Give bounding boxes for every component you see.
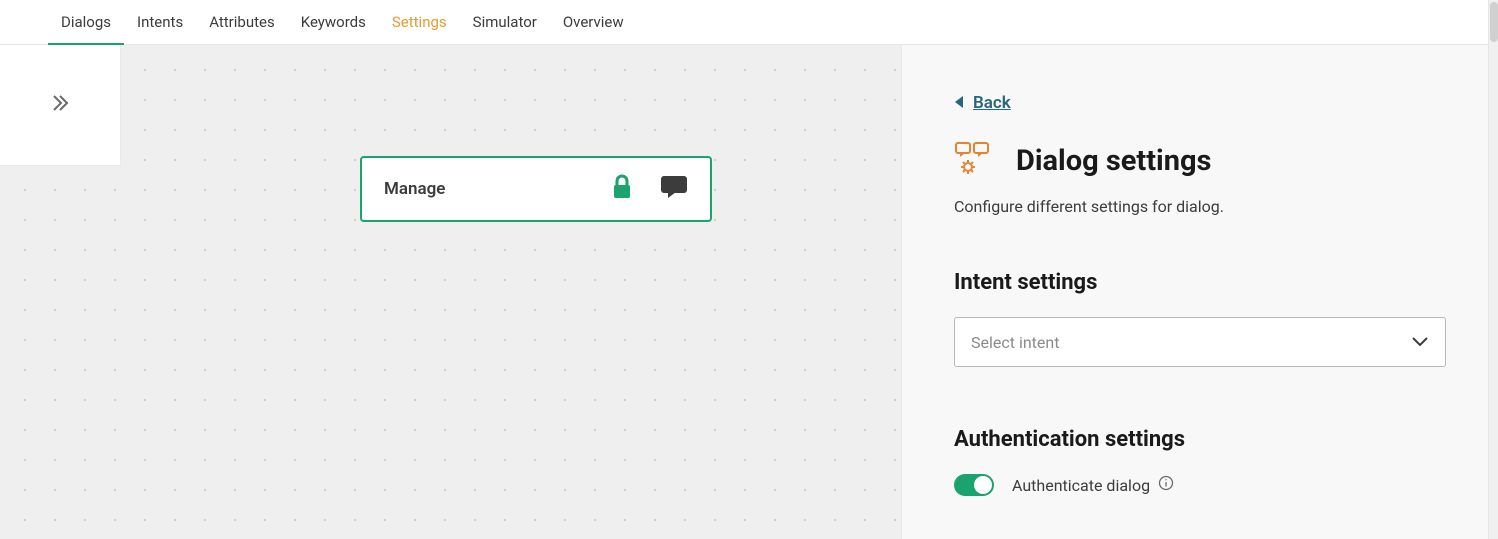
expand-sidebar-button[interactable] bbox=[0, 45, 120, 165]
tab-keywords[interactable]: Keywords bbox=[288, 0, 379, 45]
chevron-double-right-icon bbox=[48, 91, 72, 119]
tab-dialogs[interactable]: Dialogs bbox=[48, 0, 124, 45]
chat-icon bbox=[660, 175, 688, 203]
intent-settings-heading: Intent settings bbox=[954, 270, 1446, 295]
main-area: Manage bbox=[0, 45, 1498, 539]
chevron-down-icon bbox=[1411, 333, 1429, 352]
dialog-node-label: Manage bbox=[384, 179, 610, 199]
dialog-node-manage[interactable]: Manage bbox=[360, 156, 712, 222]
vertical-scrollbar[interactable] bbox=[1488, 0, 1498, 539]
info-icon[interactable] bbox=[1158, 475, 1174, 495]
tab-intents[interactable]: Intents bbox=[124, 0, 196, 45]
panel-header: Dialog settings bbox=[954, 141, 1446, 181]
dialog-node-icons bbox=[610, 174, 688, 204]
dialog-canvas[interactable]: Manage bbox=[0, 45, 901, 539]
back-link-label: Back bbox=[973, 93, 1011, 113]
dialog-settings-icon bbox=[954, 141, 992, 181]
panel-subtitle: Configure different settings for dialog. bbox=[954, 197, 1446, 216]
intent-select-placeholder: Select intent bbox=[971, 333, 1059, 352]
tab-settings[interactable]: Settings bbox=[379, 0, 460, 45]
auth-toggle-text: Authenticate dialog bbox=[1012, 476, 1150, 495]
settings-panel: Back Dia bbox=[901, 45, 1498, 539]
tab-attributes[interactable]: Attributes bbox=[196, 0, 288, 45]
auth-toggle[interactable] bbox=[954, 474, 994, 496]
panel-title: Dialog settings bbox=[1016, 144, 1211, 178]
top-tabs: Dialogs Intents Attributes Keywords Sett… bbox=[0, 0, 1498, 45]
auth-toggle-label: Authenticate dialog bbox=[1012, 475, 1174, 495]
auth-toggle-row: Authenticate dialog bbox=[954, 474, 1446, 496]
intent-select[interactable]: Select intent bbox=[954, 317, 1446, 367]
tab-simulator[interactable]: Simulator bbox=[460, 0, 550, 45]
lock-icon bbox=[610, 174, 634, 204]
auth-settings-heading: Authentication settings bbox=[954, 427, 1446, 452]
triangle-left-icon bbox=[954, 93, 964, 113]
back-link[interactable]: Back bbox=[954, 93, 1011, 113]
tab-overview[interactable]: Overview bbox=[550, 0, 637, 45]
